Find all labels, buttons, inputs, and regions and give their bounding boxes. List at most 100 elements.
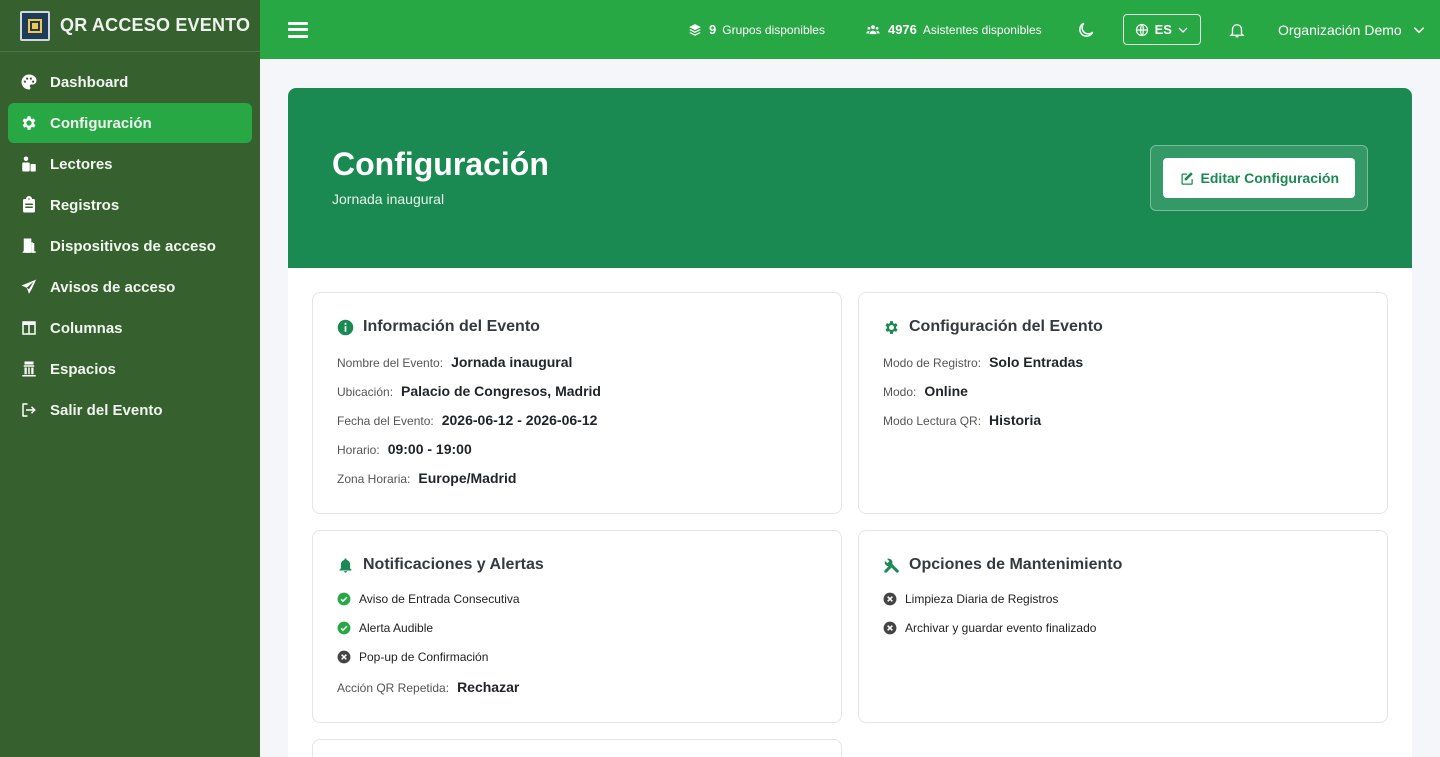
sidebar-item-lectores[interactable]: Lectores xyxy=(8,144,252,184)
card-title-text: Configuración del Evento xyxy=(909,318,1103,335)
chevron-down-icon xyxy=(1178,27,1188,33)
layers-icon xyxy=(689,23,701,36)
repeat-action-key: Acción QR Repetida: xyxy=(337,681,450,695)
info-value: 2026-06-12 - 2026-06-12 xyxy=(441,412,598,428)
sidebar-item-registros[interactable]: Registros xyxy=(8,185,252,225)
info-value: Europe/Madrid xyxy=(418,470,517,486)
x-circle-icon xyxy=(337,650,351,664)
repeat-action-row: Acción QR Repetida: Rechazar xyxy=(337,679,519,695)
config-value: Online xyxy=(924,383,968,399)
info-value: Jornada inaugural xyxy=(451,354,573,370)
info-row: Zona Horaria: Europe/Madrid xyxy=(337,470,516,486)
users-icon xyxy=(866,24,880,34)
sidebar-item-label: Columnas xyxy=(50,319,123,337)
qr-logo-icon xyxy=(20,10,50,41)
info-value: 09:00 - 19:00 xyxy=(387,441,472,457)
page-subtitle: Jornada inaugural xyxy=(332,191,445,207)
bell-icon[interactable] xyxy=(1228,21,1246,39)
menu-toggle-icon[interactable] xyxy=(288,21,308,39)
sidebar-item-espacios[interactable]: Espacios xyxy=(8,349,252,389)
brand[interactable]: QR ACCESO EVENTO xyxy=(0,0,260,52)
palette-icon xyxy=(21,74,37,90)
language-selector[interactable]: ES xyxy=(1122,14,1201,45)
config-row: Modo Lectura QR: Historia xyxy=(883,412,1041,428)
main-content: Información del Evento Nombre del Evento… xyxy=(288,268,1412,757)
x-circle-icon xyxy=(883,621,897,635)
sidebar-item-dashboard[interactable]: Dashboard xyxy=(8,62,252,102)
card-title: Información del Evento xyxy=(337,318,540,336)
sidebar-item-label: Dispositivos de acceso xyxy=(50,237,216,255)
sidebar-item-label: Lectores xyxy=(50,155,113,173)
sidebar-item-columnas[interactable]: Columnas xyxy=(8,308,252,348)
sidebar-item-label: Registros xyxy=(50,196,120,214)
sidebar-item-avisos[interactable]: Avisos de acceso xyxy=(8,267,252,307)
check-circle-icon xyxy=(337,621,351,635)
tools-icon xyxy=(884,558,899,573)
check-circle-icon xyxy=(337,592,351,606)
clipboard-icon xyxy=(23,196,35,213)
info-key: Ubicación: xyxy=(337,385,394,399)
edit-icon xyxy=(1181,171,1193,185)
chevron-down-icon xyxy=(1413,26,1424,33)
sidebar-item-label: Avisos de acceso xyxy=(50,278,176,296)
info-row: Horario: 09:00 - 19:00 xyxy=(337,441,472,457)
door-icon xyxy=(22,238,36,253)
attendees-count: 4976 xyxy=(887,22,917,37)
sidebar-nav: Dashboard Configuración Lectores Registr… xyxy=(0,62,260,430)
topbar: 9 Grupos disponibles 4976 Asistentes dis… xyxy=(260,0,1440,59)
edit-config-button[interactable]: Editar Configuración xyxy=(1162,158,1355,198)
card-title-text: Opciones de Mantenimiento xyxy=(909,556,1123,573)
config-row: Modo: Online xyxy=(883,383,968,399)
option-label: Pop-up de Confirmación xyxy=(359,650,489,664)
brand-name: QR ACCESO EVENTO xyxy=(60,15,251,35)
sidebar: QR ACCESO EVENTO Dashboard Configuración… xyxy=(0,0,260,757)
gear-icon xyxy=(885,320,898,334)
notifications-card: Notificaciones y Alertas Aviso de Entrad… xyxy=(312,530,842,723)
info-key: Horario: xyxy=(337,443,380,457)
info-value: Palacio de Congresos, Madrid xyxy=(401,383,601,399)
bell-icon xyxy=(339,557,352,573)
edit-button-label: Editar Configuración xyxy=(1200,170,1339,186)
additional-card xyxy=(312,739,842,757)
card-title: Opciones de Mantenimiento xyxy=(883,556,1122,574)
page-title: Configuración xyxy=(332,146,549,182)
maintenance-option: Limpieza Diaria de Registros xyxy=(883,592,1058,606)
event-info-card: Información del Evento Nombre del Evento… xyxy=(312,292,842,514)
sidebar-item-label: Configuración xyxy=(50,114,152,132)
sidebar-item-configuracion[interactable]: Configuración xyxy=(8,103,252,143)
config-value: Historia xyxy=(989,412,1042,428)
sidebar-item-label: Salir del Evento xyxy=(50,401,163,419)
maintenance-card: Opciones de Mantenimiento Limpieza Diari… xyxy=(858,530,1388,723)
sidebar-item-label: Espacios xyxy=(50,360,116,378)
attendees-stat: 4976 Asistentes disponibles xyxy=(865,22,1042,37)
organization-menu[interactable]: Organización Demo xyxy=(1278,22,1426,38)
columns-icon xyxy=(22,321,36,335)
building-icon xyxy=(22,361,36,377)
config-key: Modo Lectura QR: xyxy=(883,414,982,428)
gear-icon xyxy=(22,116,36,130)
config-value: Solo Entradas xyxy=(989,354,1084,370)
info-icon xyxy=(337,319,354,335)
paper-plane-icon xyxy=(21,279,37,294)
maintenance-option: Archivar y guardar evento finalizado xyxy=(883,621,1096,635)
notification-option: Aviso de Entrada Consecutiva xyxy=(337,592,520,606)
logout-icon xyxy=(22,403,36,417)
event-config-card: Configuración del Evento Modo de Registr… xyxy=(858,292,1388,514)
info-row: Nombre del Evento: Jornada inaugural xyxy=(337,354,572,370)
sidebar-item-label: Dashboard xyxy=(50,73,129,91)
groups-stat: 9 Grupos disponibles xyxy=(688,22,825,37)
info-row: Ubicación: Palacio de Congresos, Madrid xyxy=(337,383,601,399)
page-header: Configuración Jornada inaugural Editar C… xyxy=(288,88,1412,268)
repeat-action-value: Rechazar xyxy=(457,679,520,695)
language-code: ES xyxy=(1154,22,1172,37)
x-circle-icon xyxy=(883,592,897,606)
info-key: Zona Horaria: xyxy=(337,472,411,486)
notification-option: Pop-up de Confirmación xyxy=(337,650,488,664)
sidebar-item-salir[interactable]: Salir del Evento xyxy=(8,390,252,430)
card-title: Configuración del Evento xyxy=(883,318,1103,336)
config-row: Modo de Registro: Solo Entradas xyxy=(883,354,1083,370)
notification-option: Alerta Audible xyxy=(337,621,433,635)
reader-icon xyxy=(22,156,36,172)
moon-icon[interactable] xyxy=(1076,20,1096,40)
sidebar-item-dispositivos[interactable]: Dispositivos de acceso xyxy=(8,226,252,266)
